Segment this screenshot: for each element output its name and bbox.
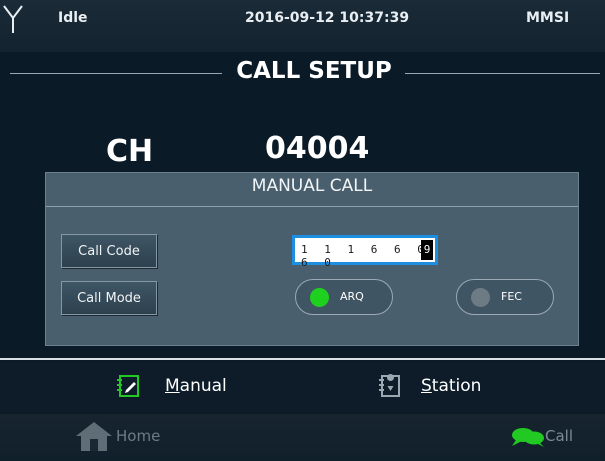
fec-indicator [471, 288, 490, 307]
fec-label: FEC [501, 290, 522, 303]
status-bar: Idle 2016-09-12 10:37:39 MMSI [0, 0, 605, 52]
channel-value: 04004 [265, 131, 370, 166]
manual-hotkey: M [165, 376, 180, 396]
call-bubble-icon[interactable] [510, 426, 546, 452]
tab-station[interactable]: Station [421, 376, 481, 396]
call-mode-button[interactable]: Call Mode [61, 281, 157, 315]
station-label-rest: tation [431, 376, 482, 396]
arq-toggle[interactable]: ARQ [295, 279, 393, 315]
manual-label-rest: anual [179, 376, 227, 396]
manual-edit-icon[interactable] [114, 373, 144, 405]
manual-call-panel: MANUAL CALL Call Code Call Mode 1 1 1 6 … [45, 172, 579, 346]
call-code-digits: 1 1 1 6 6 0 6 0 [301, 243, 429, 269]
panel-title: MANUAL CALL [251, 176, 373, 196]
call-code-button[interactable]: Call Code [61, 234, 157, 268]
title-divider-left [10, 73, 222, 74]
call-code-cursor: 9 [421, 240, 433, 260]
home-nav-label[interactable]: Home [116, 427, 160, 445]
station-hotkey: S [421, 376, 432, 396]
page-title-row: CALL SETUP [10, 56, 600, 92]
call-nav-label[interactable]: Call [545, 427, 573, 445]
call-setup-screen: Idle 2016-09-12 10:37:39 MMSI CALL SETUP… [0, 0, 605, 461]
arq-indicator [310, 288, 329, 307]
status-state: Idle [58, 10, 88, 26]
station-icon[interactable] [375, 373, 405, 405]
fec-toggle[interactable]: FEC [456, 279, 554, 315]
panel-divider [46, 206, 578, 207]
page-title: CALL SETUP [236, 58, 392, 84]
home-icon[interactable] [73, 419, 115, 457]
call-code-input[interactable]: 1 1 1 6 6 0 6 0 9 [292, 235, 438, 269]
bottom-divider [0, 358, 605, 360]
tab-manual[interactable]: Manual [165, 376, 227, 396]
antenna-icon [2, 4, 24, 38]
status-datetime: 2016-09-12 10:37:39 [245, 10, 410, 26]
status-mmsi: MMSI [526, 10, 570, 26]
channel-label: CH [106, 134, 154, 169]
title-divider-right [405, 73, 600, 74]
mode-tab-bar [0, 362, 605, 412]
arq-label: ARQ [340, 290, 364, 303]
